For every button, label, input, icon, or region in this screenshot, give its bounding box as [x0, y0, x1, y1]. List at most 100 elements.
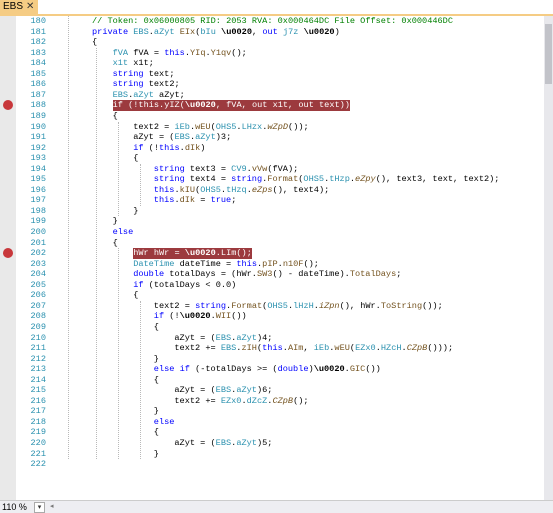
code-line[interactable]: 207 text2 = string.Format(OHS5.lHzH.iZpn(…: [0, 301, 544, 312]
code-token: string: [112, 68, 149, 79]
code-line[interactable]: 194 string text3 = CV9.vVw(fVA);: [0, 164, 544, 175]
line-number: 196: [30, 184, 46, 195]
code-line[interactable]: 201 {: [0, 238, 544, 249]
code-token: , fVA,: [215, 100, 252, 111]
code-line[interactable]: 202 hWr hWr = \u0020.LIm();: [0, 248, 544, 259]
code-text: }: [113, 216, 118, 227]
code-line[interactable]: 205 if (totalDays < 0.0): [0, 280, 544, 291]
code-token: if: [153, 311, 170, 322]
code-token: GIC: [349, 364, 366, 375]
code-line[interactable]: 206 {: [0, 290, 544, 301]
line-number: 187: [30, 89, 46, 100]
code-line[interactable]: 190 text2 = iEb.wEU(OHS5.LHzx.wZpD());: [0, 122, 544, 133]
code-line[interactable]: 200 else: [0, 227, 544, 238]
scroll-left-icon[interactable]: ◂: [50, 502, 54, 510]
code-token: x1t: [112, 58, 134, 69]
code-line[interactable]: 222: [0, 459, 544, 470]
code-line[interactable]: 204 double totalDays = (hWr.SW3() - dateT…: [0, 269, 544, 280]
line-number: 209: [30, 321, 46, 332]
code-line[interactable]: 199}: [0, 216, 544, 227]
code-line[interactable]: 208 if (!\u0020.WII()): [0, 311, 544, 322]
line-number: 211: [30, 343, 46, 354]
code-token: SW3: [256, 269, 273, 280]
close-icon[interactable]: ✕: [26, 0, 36, 13]
code-token: (!: [169, 311, 180, 322]
line-number: 199: [30, 216, 46, 227]
code-line[interactable]: 218 else: [0, 417, 544, 428]
code-token: }: [112, 216, 118, 227]
code-editor[interactable]: 180 // Token: 0x06000805 RID: 2053 RVA: 0…: [0, 16, 544, 500]
code-line[interactable]: 210 aZyt = (EBS.aZyt)4;: [0, 333, 544, 344]
code-line[interactable]: 189 {: [0, 111, 544, 122]
code-line[interactable]: 211 text2 += EBS.zIH(this.AIm, iEb.wEU(EZ…: [0, 343, 544, 354]
code-line[interactable]: 219 {: [0, 427, 544, 438]
code-token: {: [112, 237, 118, 248]
code-line[interactable]: 220 aZyt = (EBS.aZyt)5;: [0, 438, 544, 449]
code-line[interactable]: 216 text2 += EZx0.dZcZ.CZpB();: [0, 396, 544, 407]
code-token: )6;: [256, 385, 273, 396]
code-token: ToString: [380, 300, 423, 311]
code-line[interactable]: 215 aZyt = (EBS.aZyt)6;: [0, 385, 544, 396]
code-line[interactable]: 183 fVA fVA = this.YIq.Y1qv();: [0, 48, 544, 59]
code-line[interactable]: 182 {: [0, 37, 544, 48]
code-line[interactable]: 212}: [0, 354, 544, 365]
code-line[interactable]: 217}: [0, 406, 544, 417]
code-token: string: [112, 79, 149, 90]
code-token: EBS: [112, 89, 129, 100]
code-text: if (!\u0020.WII()): [154, 311, 247, 322]
code-line[interactable]: 186 string text2;: [0, 79, 544, 90]
vertical-scrollbar[interactable]: [544, 16, 553, 500]
code-token: }: [133, 205, 139, 216]
line-number: 216: [30, 395, 46, 406]
line-number: 215: [30, 385, 46, 396]
chevron-down-icon[interactable]: ▾: [34, 502, 45, 513]
code-line[interactable]: 187 EBS.aZyt aZyt;: [0, 90, 544, 101]
code-line[interactable]: 181 private EBS.aZyt EIx(bIu \u0020, out …: [0, 27, 544, 38]
code-line[interactable]: 195 string text4 = string.Format(OHS5.tHz…: [0, 174, 544, 185]
code-line[interactable]: 191 aZyt = (EBS.aZyt)3;: [0, 132, 544, 143]
code-token: (), text4);: [272, 184, 330, 195]
code-token: {: [92, 37, 98, 48]
code-token: dIk: [179, 195, 196, 206]
code-line[interactable]: 203 DateTime dateTime = this.pIP.n10F();: [0, 259, 544, 270]
code-token: YIq: [190, 47, 206, 58]
zoom-level[interactable]: 110 %: [2, 501, 27, 513]
code-line[interactable]: 197 this.dIk = true;: [0, 195, 544, 206]
code-line[interactable]: 192 if (!this.dIk): [0, 143, 544, 154]
line-number: 186: [30, 79, 46, 90]
code-token: text2 +=: [174, 395, 221, 406]
code-line[interactable]: 221}: [0, 449, 544, 460]
line-number: 191: [30, 132, 46, 143]
line-number: 206: [30, 290, 46, 301]
code-line[interactable]: 214 {: [0, 375, 544, 386]
breakpoint-icon[interactable]: [3, 100, 13, 111]
breakpoint-icon[interactable]: [3, 248, 13, 259]
code-line[interactable]: 198}: [0, 206, 544, 217]
code-token: )3;: [215, 132, 232, 143]
code-line[interactable]: 209 {: [0, 322, 544, 333]
code-text: string text2;: [113, 79, 180, 90]
scrollbar-thumb[interactable]: [545, 24, 552, 84]
code-token: (totalDays < 0.0): [148, 279, 237, 290]
code-token: ;: [231, 195, 237, 206]
code-line[interactable]: 188 if (!this.yIZ(\u0020, fVA, out x1t, o…: [0, 100, 544, 111]
code-line[interactable]: 196 this.kIU(OHS5.tHzq.eZps(), text4);: [0, 185, 544, 196]
code-line[interactable]: 213 else if (-totalDays >= (double)\u0020…: [0, 364, 544, 375]
code-token: {: [112, 110, 118, 121]
code-token: if: [112, 100, 129, 111]
line-number: 184: [30, 58, 46, 69]
code-token: {: [153, 427, 159, 438]
line-number: 204: [30, 269, 46, 280]
line-number: 207: [30, 300, 46, 311]
code-token: }: [153, 406, 159, 417]
tab-ebs[interactable]: EBS ✕: [0, 0, 38, 14]
code-token: this: [159, 142, 180, 153]
code-token: aZyt = (: [133, 132, 175, 143]
code-token: double: [133, 269, 170, 280]
code-line[interactable]: 193 {: [0, 153, 544, 164]
code-line[interactable]: 185 string text;: [0, 69, 544, 80]
code-line[interactable]: 184 x1t x1t;: [0, 58, 544, 69]
code-line[interactable]: 180 // Token: 0x06000805 RID: 2053 RVA: 0…: [0, 16, 544, 27]
code-text: {: [113, 111, 118, 122]
code-token: HZcH: [380, 343, 402, 354]
